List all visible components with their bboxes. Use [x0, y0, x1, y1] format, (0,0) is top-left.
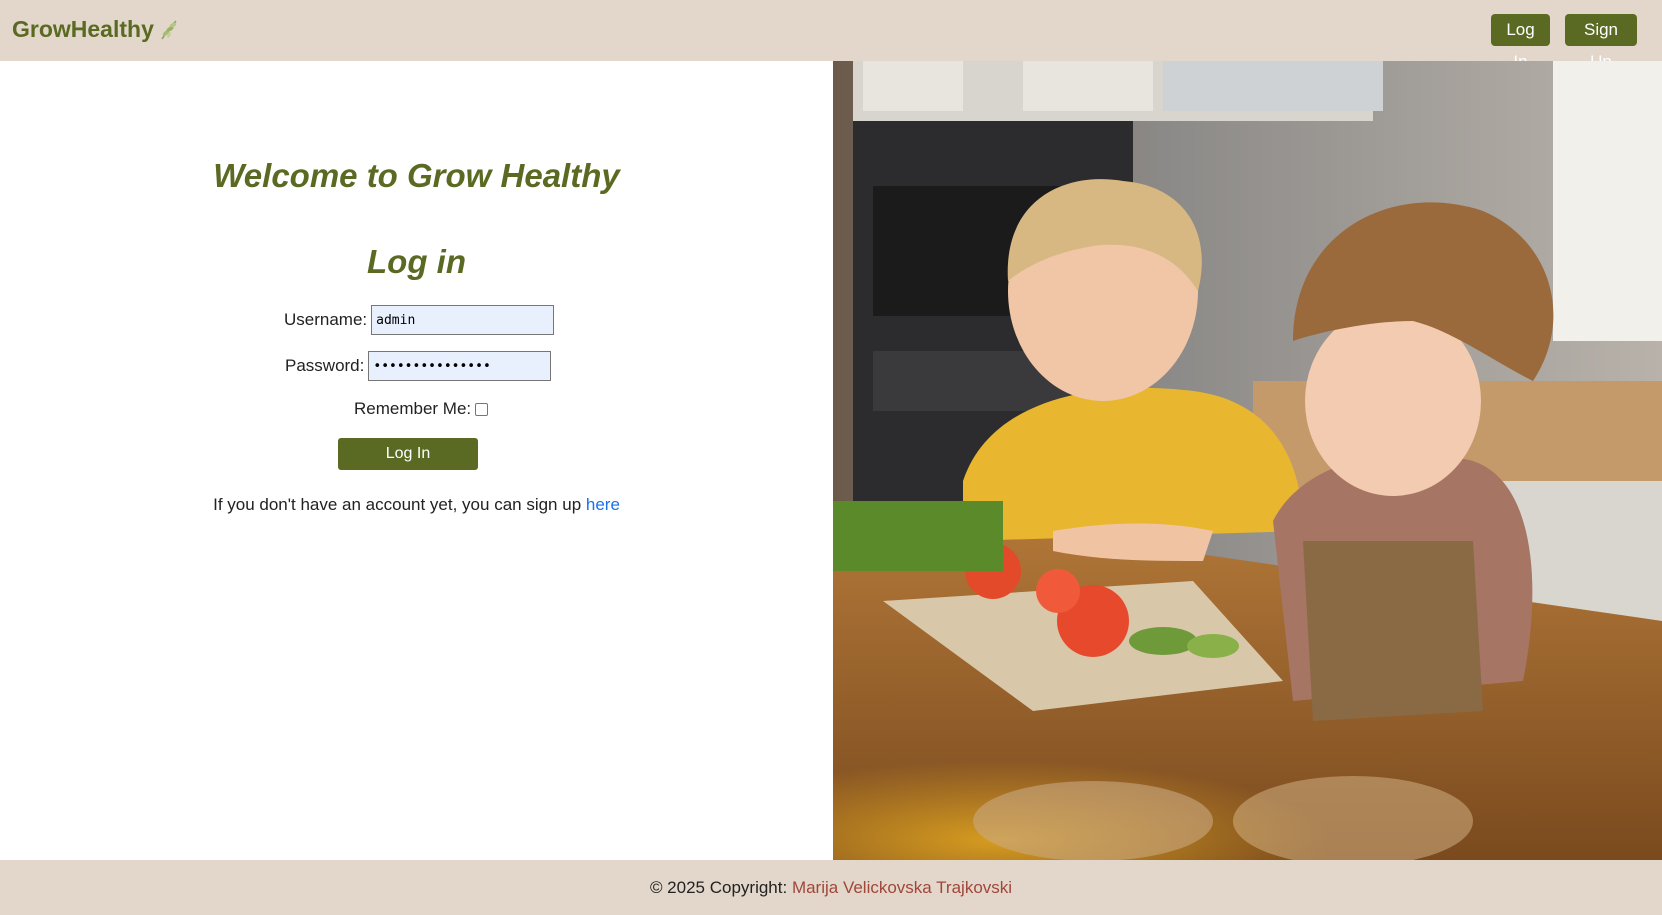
- hero-photo: [833, 61, 1662, 860]
- username-label: Username:: [284, 310, 368, 329]
- nav-login-button[interactable]: Log In: [1491, 14, 1550, 71]
- password-label: Password:: [285, 356, 365, 375]
- login-heading: Log in: [367, 243, 466, 280]
- leaf-icon: [158, 19, 180, 41]
- nav-signup-button[interactable]: Sign Up: [1565, 14, 1637, 71]
- footer-author-link[interactable]: Marija Velickovska Trajkovski: [792, 878, 1012, 897]
- login-submit-button[interactable]: Log In: [338, 438, 478, 470]
- brand-logo[interactable]: GrowHealthy: [12, 16, 180, 43]
- password-input[interactable]: [368, 351, 552, 381]
- remember-label: Remember Me:: [354, 399, 472, 418]
- username-input[interactable]: [371, 305, 555, 335]
- signup-prompt-text: If you don't have an account yet, you ca…: [213, 495, 586, 514]
- signup-link[interactable]: here: [586, 495, 620, 514]
- welcome-heading: Welcome to Grow Healthy: [213, 157, 620, 194]
- brand-name: GrowHealthy: [12, 16, 154, 42]
- kids-cooking-photo: [833, 61, 1662, 860]
- remember-row: Remember Me:: [354, 399, 489, 419]
- login-panel: Welcome to Grow Healthy Log in Username:…: [0, 61, 833, 860]
- password-row: Password:: [285, 351, 552, 381]
- remember-checkbox[interactable]: [475, 402, 489, 416]
- top-navbar: GrowHealthy Log In Sign Up: [0, 0, 1662, 71]
- footer: © 2025 Copyright: Marija Velickovska Tra…: [0, 860, 1662, 915]
- copyright-text: © 2025 Copyright:: [649, 878, 792, 897]
- username-row: Username:: [284, 305, 555, 335]
- signup-prompt: If you don't have an account yet, you ca…: [0, 495, 833, 515]
